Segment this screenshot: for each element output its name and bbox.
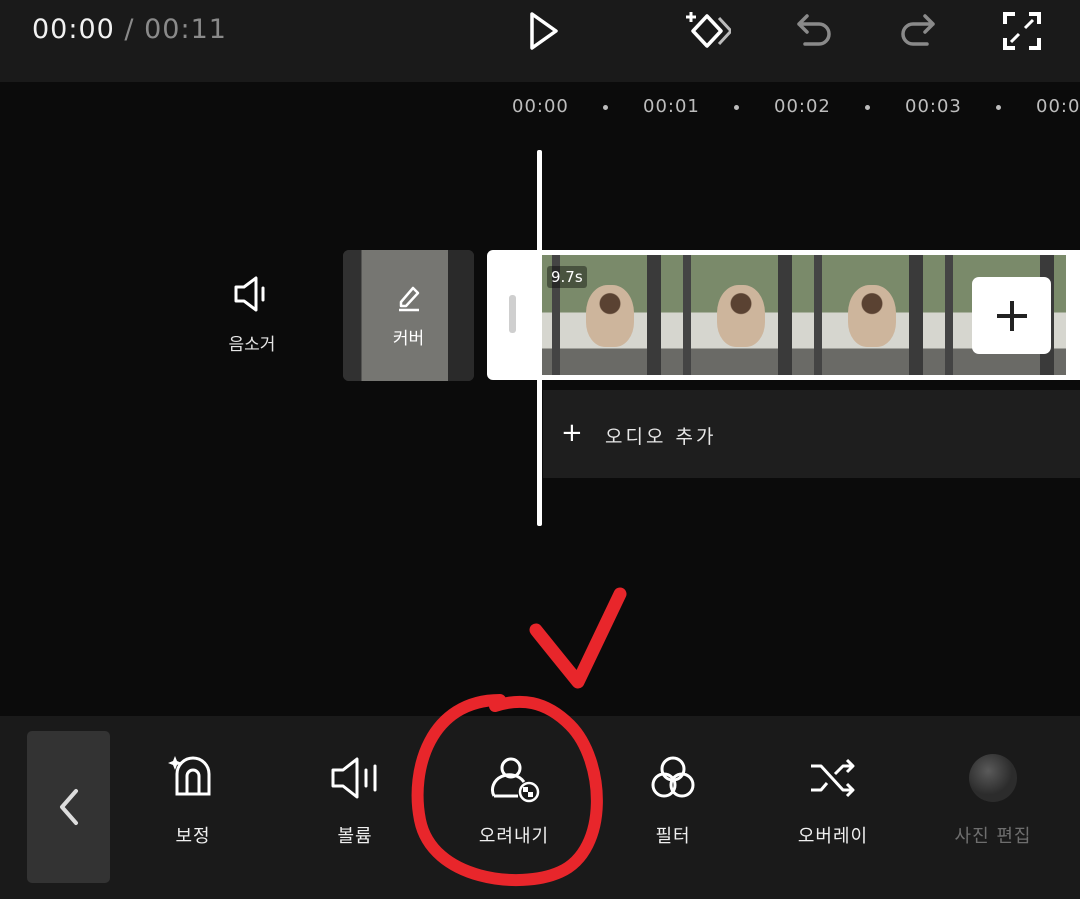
current-time: 00:00: [32, 14, 115, 45]
top-bar: 00:00 / 00:11: [0, 0, 1080, 82]
add-clip-button[interactable]: [972, 277, 1051, 354]
plus-icon: [996, 300, 1027, 331]
play-icon: [530, 12, 558, 50]
play-button[interactable]: [510, 6, 574, 56]
ruler-tick: 00:03: [905, 96, 962, 117]
tool-photo-edit[interactable]: 사진 편집: [928, 750, 1058, 848]
add-audio-track[interactable]: + 오디오 추가: [543, 390, 1080, 478]
tool-label: 오려내기: [478, 826, 550, 847]
cutout-icon: [490, 757, 540, 803]
tool-adjust[interactable]: 보정: [128, 750, 258, 848]
time-ruler: 00:00 00:01 00:02 00:03 00:0: [0, 96, 1080, 120]
volume-icon: [331, 757, 377, 799]
tool-label: 오버레이: [797, 826, 869, 847]
ruler-dot: [996, 105, 1001, 110]
ruler-dot: [603, 105, 608, 110]
tool-filter[interactable]: 필터: [608, 750, 738, 848]
video-frame: [673, 255, 804, 375]
tool-label: 사진 편집: [954, 826, 1032, 847]
cover-label: 커버: [392, 329, 425, 349]
total-duration: 00:11: [144, 14, 227, 45]
undo-button[interactable]: [782, 6, 846, 56]
ruler-dot: [734, 105, 739, 110]
ruler-tick: 00:00: [512, 96, 569, 117]
overlay-icon: [811, 758, 855, 798]
tool-volume[interactable]: 볼륨: [290, 750, 420, 848]
clip-duration-badge: 9.7s: [547, 266, 587, 288]
speaker-mute-icon: [234, 276, 265, 312]
tool-overlay[interactable]: 오버레이: [768, 750, 898, 848]
cover-thumbnail[interactable]: 커버: [343, 250, 474, 381]
mute-label: 음소거: [228, 335, 276, 355]
keyframe-button[interactable]: [676, 6, 740, 56]
time-display: 00:00 / 00:11: [32, 14, 227, 45]
mute-button[interactable]: 음소거: [212, 272, 292, 355]
plus-icon: +: [561, 418, 583, 448]
playhead[interactable]: [537, 150, 542, 526]
chevron-left-icon: [59, 789, 78, 825]
back-button[interactable]: [27, 731, 110, 883]
pencil-icon: [399, 286, 420, 312]
time-separator: /: [124, 14, 135, 45]
redo-button[interactable]: [886, 6, 950, 56]
ruler-tick: 00:0: [1036, 96, 1080, 117]
tool-label: 필터: [655, 826, 691, 847]
tool-label: 보정: [175, 826, 211, 847]
undo-icon: [797, 14, 831, 46]
keyframe-add-icon: [686, 12, 731, 48]
photo-edit-icon: [969, 754, 1017, 802]
add-audio-label: 오디오 추가: [605, 426, 717, 448]
adjust-icon: [168, 756, 211, 796]
tool-label: 볼륨: [337, 826, 373, 847]
filter-icon: [651, 756, 695, 798]
ruler-tick: 00:02: [774, 96, 831, 117]
ruler-dot: [865, 105, 870, 110]
video-frame: [804, 255, 935, 375]
fullscreen-icon: [1003, 12, 1041, 50]
fullscreen-button[interactable]: [990, 6, 1054, 56]
tool-cutout[interactable]: 오려내기: [449, 750, 579, 848]
ruler-tick: 00:01: [643, 96, 700, 117]
redo-icon: [901, 14, 935, 46]
clip-trim-handle[interactable]: [509, 295, 516, 333]
